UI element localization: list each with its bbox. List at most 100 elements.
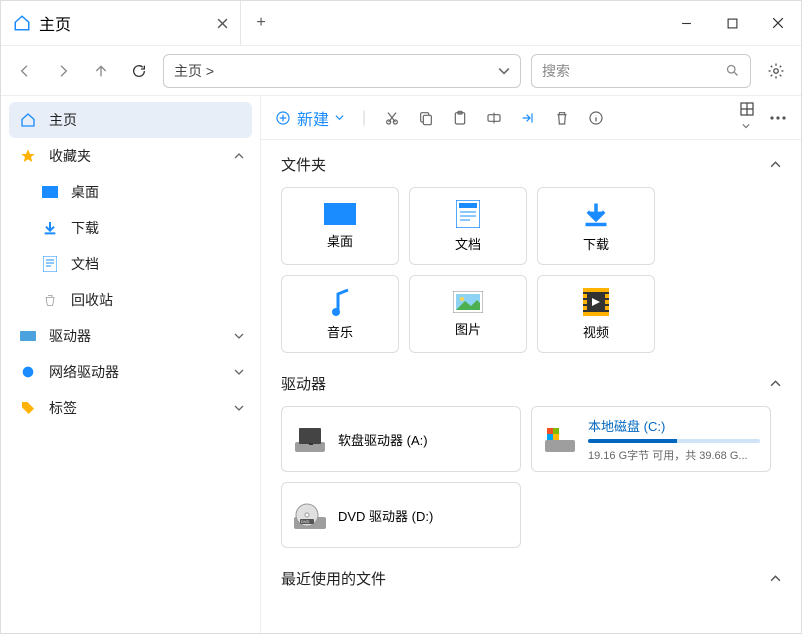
sidebar-item-favorites[interactable]: 收藏夹: [9, 138, 252, 174]
command-bar: 新建 |: [261, 96, 801, 140]
copy-button[interactable]: [418, 110, 434, 126]
folder-downloads[interactable]: 下载: [537, 187, 655, 265]
back-button[interactable]: [11, 57, 39, 85]
chevron-down-icon[interactable]: [234, 403, 244, 413]
search-icon: [725, 63, 740, 78]
drive-local-c[interactable]: 本地磁盘 (C:) 19.16 G字节 可用，共 39.68 G...: [531, 406, 771, 472]
sidebar-item-tags[interactable]: 标签: [9, 390, 252, 426]
folder-videos[interactable]: 视频: [537, 275, 655, 353]
sidebar-item-label: 标签: [49, 398, 77, 418]
sidebar-item-downloads[interactable]: 下载: [9, 210, 252, 246]
toolbar: 主页 > 搜索: [1, 46, 801, 96]
drive-label: 本地磁盘 (C:): [588, 416, 760, 435]
folder-label: 音乐: [327, 322, 353, 341]
section-header[interactable]: 驱动器: [281, 373, 781, 394]
sidebar-item-label: 网络驱动器: [49, 362, 119, 382]
folder-desktop[interactable]: 桌面: [281, 187, 399, 265]
recycle-icon: [39, 292, 61, 308]
section-header[interactable]: 最近使用的文件: [281, 568, 781, 589]
home-icon: [17, 112, 39, 128]
section-recent: 最近使用的文件: [281, 568, 781, 589]
folder-label: 桌面: [327, 231, 353, 250]
chevron-up-icon[interactable]: [770, 378, 781, 389]
folder-label: 下载: [583, 234, 609, 253]
search-input[interactable]: 搜索: [531, 54, 751, 88]
document-icon: [39, 256, 61, 272]
sidebar-item-label: 下载: [71, 218, 99, 238]
layout-button[interactable]: [739, 101, 755, 135]
sidebar-item-recycle[interactable]: 回收站: [9, 282, 252, 318]
rename-button[interactable]: [486, 110, 502, 126]
home-icon: [13, 14, 31, 32]
folder-label: 图片: [455, 319, 481, 338]
sidebar: 主页 收藏夹 桌面 下载 文档 回收站 驱动器 网: [1, 96, 261, 633]
section-title: 文件夹: [281, 154, 326, 175]
body: 主页 收藏夹 桌面 下载 文档 回收站 驱动器 网: [1, 96, 801, 633]
minimize-button[interactable]: [663, 1, 709, 45]
sidebar-item-label: 驱动器: [49, 326, 91, 346]
drive-usage-bar: [588, 439, 760, 443]
info-button[interactable]: [588, 110, 604, 126]
section-header[interactable]: 文件夹: [281, 154, 781, 175]
desktop-icon: [324, 203, 356, 225]
floppy-icon: [292, 424, 328, 454]
section-drives: 驱动器 软盘驱动器 (A:) 本地磁盘 (C:) 19.16 G字节 可用，共 …: [281, 373, 781, 548]
close-tab-icon[interactable]: [217, 18, 228, 29]
address-text: 主页 >: [174, 61, 214, 81]
chevron-down-icon[interactable]: [498, 65, 510, 77]
new-button[interactable]: 新建: [275, 106, 344, 130]
chevron-up-icon[interactable]: [770, 159, 781, 170]
picture-icon: [453, 291, 483, 313]
settings-button[interactable]: [761, 56, 791, 86]
sidebar-item-label: 收藏夹: [49, 146, 91, 166]
drive-floppy[interactable]: 软盘驱动器 (A:): [281, 406, 521, 472]
network-icon: [17, 364, 39, 380]
section-title: 最近使用的文件: [281, 568, 386, 589]
drive-label: DVD 驱动器 (D:): [338, 506, 510, 525]
sidebar-item-network[interactable]: 网络驱动器: [9, 354, 252, 390]
sidebar-item-label: 主页: [49, 110, 77, 130]
drive-dvd[interactable]: DVD DVD 驱动器 (D:): [281, 482, 521, 548]
drive-stat: 19.16 G字节 可用，共 39.68 G...: [588, 447, 760, 463]
tab-title: 主页: [39, 11, 71, 35]
titlebar: 主页 +: [1, 1, 801, 46]
svg-text:DVD: DVD: [301, 519, 310, 524]
address-bar[interactable]: 主页 >: [163, 54, 521, 88]
maximize-button[interactable]: [709, 1, 755, 45]
new-tab-button[interactable]: +: [241, 1, 281, 45]
star-icon: [17, 148, 39, 164]
drive-icon: [17, 330, 39, 342]
folder-pictures[interactable]: 图片: [409, 275, 527, 353]
folder-documents[interactable]: 文档: [409, 187, 527, 265]
video-icon: [583, 288, 609, 316]
share-button[interactable]: [520, 110, 536, 126]
delete-button[interactable]: [554, 110, 570, 126]
sidebar-item-desktop[interactable]: 桌面: [9, 174, 252, 210]
window-controls: [663, 1, 801, 45]
folder-music[interactable]: 音乐: [281, 275, 399, 353]
folder-label: 视频: [583, 322, 609, 341]
sidebar-item-home[interactable]: 主页: [9, 102, 252, 138]
sidebar-item-drives[interactable]: 驱动器: [9, 318, 252, 354]
sidebar-item-documents[interactable]: 文档: [9, 246, 252, 282]
chevron-down-icon[interactable]: [234, 331, 244, 341]
sidebar-item-label: 桌面: [71, 182, 99, 202]
chevron-down-icon[interactable]: [234, 367, 244, 377]
close-window-button[interactable]: [755, 1, 801, 45]
chevron-up-icon[interactable]: [770, 573, 781, 584]
chevron-up-icon[interactable]: [234, 151, 244, 161]
cut-button[interactable]: [384, 110, 400, 126]
more-button[interactable]: [769, 115, 787, 121]
up-button[interactable]: [87, 57, 115, 85]
forward-button[interactable]: [49, 57, 77, 85]
paste-button[interactable]: [452, 110, 468, 126]
sidebar-item-label: 文档: [71, 254, 99, 274]
desktop-icon: [39, 186, 61, 198]
refresh-button[interactable]: [125, 57, 153, 85]
dvd-icon: DVD: [292, 501, 328, 529]
folder-label: 文档: [455, 234, 481, 253]
drive-label: 软盘驱动器 (A:): [338, 430, 510, 449]
tag-icon: [17, 400, 39, 416]
tab-home[interactable]: 主页: [1, 1, 241, 45]
sidebar-item-label: 回收站: [71, 290, 113, 310]
